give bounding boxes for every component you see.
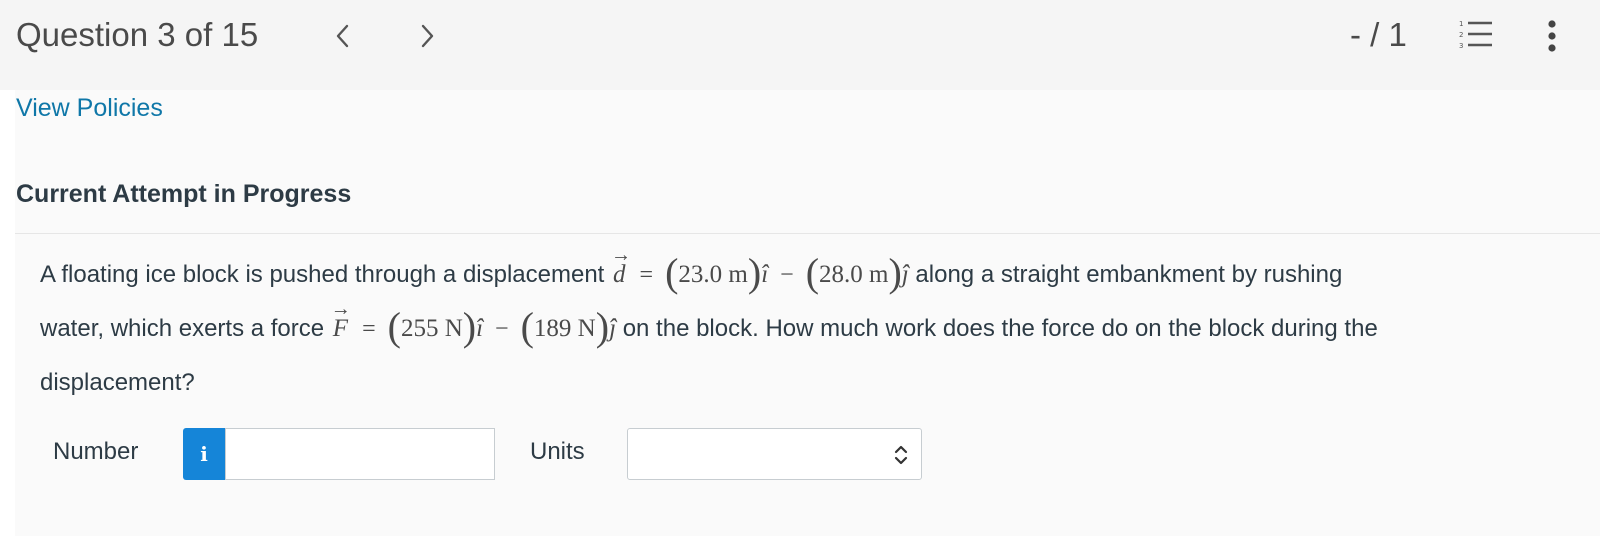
question-text-part: water, which exerts a force: [40, 315, 325, 342]
left-paren: (: [387, 304, 401, 349]
right-paren: ): [595, 304, 610, 349]
displacement-y-value: 28.0 m: [819, 261, 889, 288]
info-icon: i: [200, 442, 208, 466]
minus-sign: −: [780, 262, 794, 288]
left-paren: (: [665, 250, 679, 295]
more-options-button[interactable]: [1542, 18, 1562, 54]
question-text-part: A floating ice block is pushed through a…: [40, 261, 605, 288]
question-title: Question 3 of 15: [16, 16, 259, 53]
question-line-1: A floating ice block is pushed through a…: [40, 228, 1580, 302]
score-display: - / 1: [1350, 16, 1407, 53]
attempt-heading: Current Attempt in Progress: [16, 180, 352, 208]
question-list-button[interactable]: 1 2 3: [1458, 18, 1494, 52]
equals-sign: =: [362, 316, 376, 342]
right-paren: ): [888, 250, 902, 295]
question-text-part: on the block. How much work does the for…: [622, 315, 1378, 342]
svg-text:1: 1: [1459, 20, 1463, 28]
next-question-button[interactable]: [414, 20, 442, 52]
displacement-vector-symbol: d: [611, 228, 628, 302]
i-hat-symbol: î: [476, 315, 484, 342]
question-text: A floating ice block is pushed through a…: [40, 228, 1580, 410]
numbered-list-icon: 1 2 3: [1459, 20, 1492, 50]
force-x-value: 255 N: [400, 315, 463, 342]
answer-row: Number i Units: [0, 426, 1600, 482]
previous-question-button[interactable]: [328, 20, 356, 52]
left-paren: (: [805, 250, 820, 295]
j-hat-symbol: ĵ: [609, 315, 617, 342]
force-vector-symbol: F: [331, 282, 351, 356]
chevron-right-icon: [421, 24, 434, 48]
question-text-part: along a straight embankment by rushing: [915, 261, 1343, 288]
number-input[interactable]: [225, 428, 495, 480]
chevron-left-icon: [336, 24, 349, 48]
units-label: Units: [530, 438, 585, 465]
svg-text:3: 3: [1459, 42, 1463, 50]
units-select[interactable]: [627, 428, 922, 480]
right-paren: ): [747, 250, 762, 295]
j-hat-symbol: ĵ: [901, 261, 909, 288]
svg-text:2: 2: [1459, 31, 1463, 39]
question-text-part: displacement?: [40, 369, 195, 396]
right-paren: ): [462, 304, 477, 349]
minus-sign: −: [495, 316, 509, 342]
more-vertical-icon: [1548, 20, 1556, 52]
left-paren: (: [520, 304, 534, 349]
view-policies-link[interactable]: View Policies: [16, 94, 163, 123]
question-line-2: water, which exerts a force F=(255 N)î−(…: [40, 282, 1580, 356]
question-line-3: displacement?: [40, 356, 1580, 410]
equals-sign: =: [639, 262, 654, 288]
info-button[interactable]: i: [183, 428, 225, 480]
chevron-up-down-icon: [894, 445, 908, 465]
divider: [15, 233, 1600, 234]
number-label: Number: [53, 438, 139, 465]
i-hat-symbol: î: [761, 261, 769, 288]
question-header: Question 3 of 15 - / 1 1 2 3: [0, 0, 1600, 90]
displacement-x-value: 23.0 m: [678, 261, 748, 288]
force-y-value: 189 N: [533, 315, 596, 342]
